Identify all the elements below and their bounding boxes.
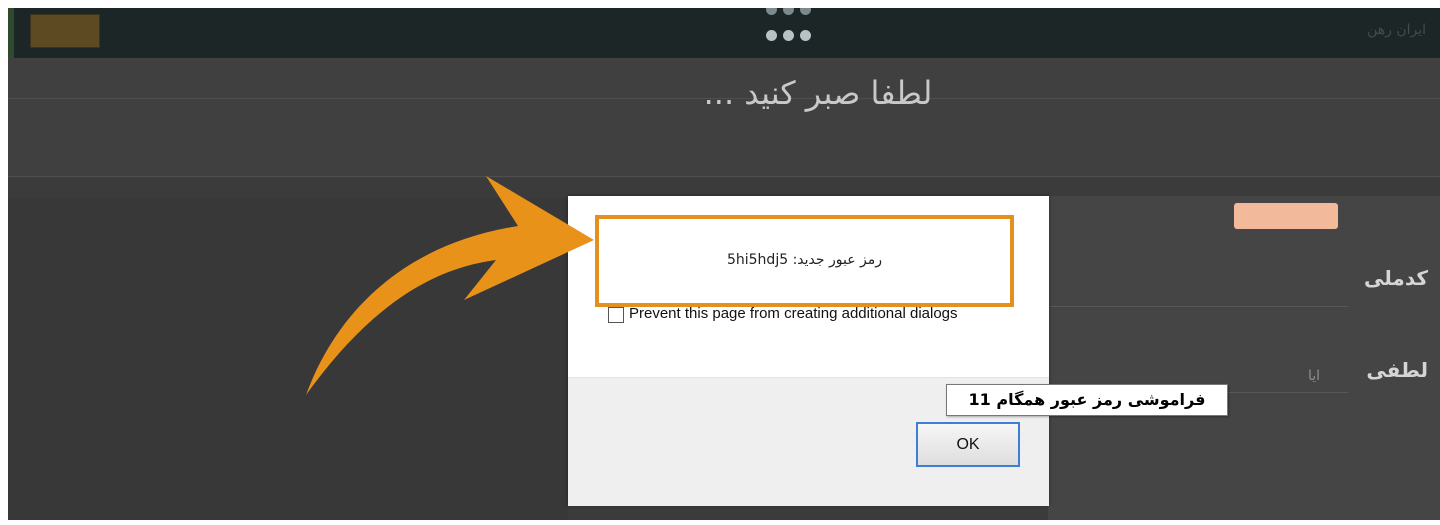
national-id-label: کدملی [1364, 266, 1428, 290]
highlighted-message-box: رمز عبور جدید: 5hi5hdj5 [595, 215, 1014, 307]
ok-button[interactable]: OK [916, 422, 1020, 467]
field-hint: ایا [1308, 368, 1321, 384]
loading-text: لطفا صبر کنید ... [703, 74, 933, 112]
topbar-action-button[interactable] [30, 14, 100, 48]
screen: ایران رهن لطفا صبر کنید ... کدملی لطفی ا… [8, 8, 1440, 520]
prevent-dialogs-checkbox[interactable] [608, 307, 624, 323]
prevent-dialogs-label[interactable]: Prevent this page from creating addition… [629, 305, 958, 322]
password-label: لطفی [1366, 358, 1428, 382]
new-password-message: رمز عبور جدید: 5hi5hdj5 [726, 252, 882, 268]
alert-dialog: رمز عبور جدید: 5hi5hdj5 Prevent this pag… [568, 196, 1049, 506]
forgot-password-tooltip: فراموشی رمز عبور همگام 11 [946, 384, 1228, 416]
loading-dots-top [766, 8, 817, 15]
divider [8, 176, 1440, 177]
topbar-left-strip [8, 8, 14, 58]
loading-dots-icon [766, 30, 817, 41]
field-underline [1048, 306, 1348, 307]
brand-label: ایران رهن [1367, 22, 1426, 38]
orange-button[interactable] [1234, 203, 1338, 229]
top-bar: ایران رهن [8, 8, 1440, 58]
left-panel [8, 198, 568, 520]
